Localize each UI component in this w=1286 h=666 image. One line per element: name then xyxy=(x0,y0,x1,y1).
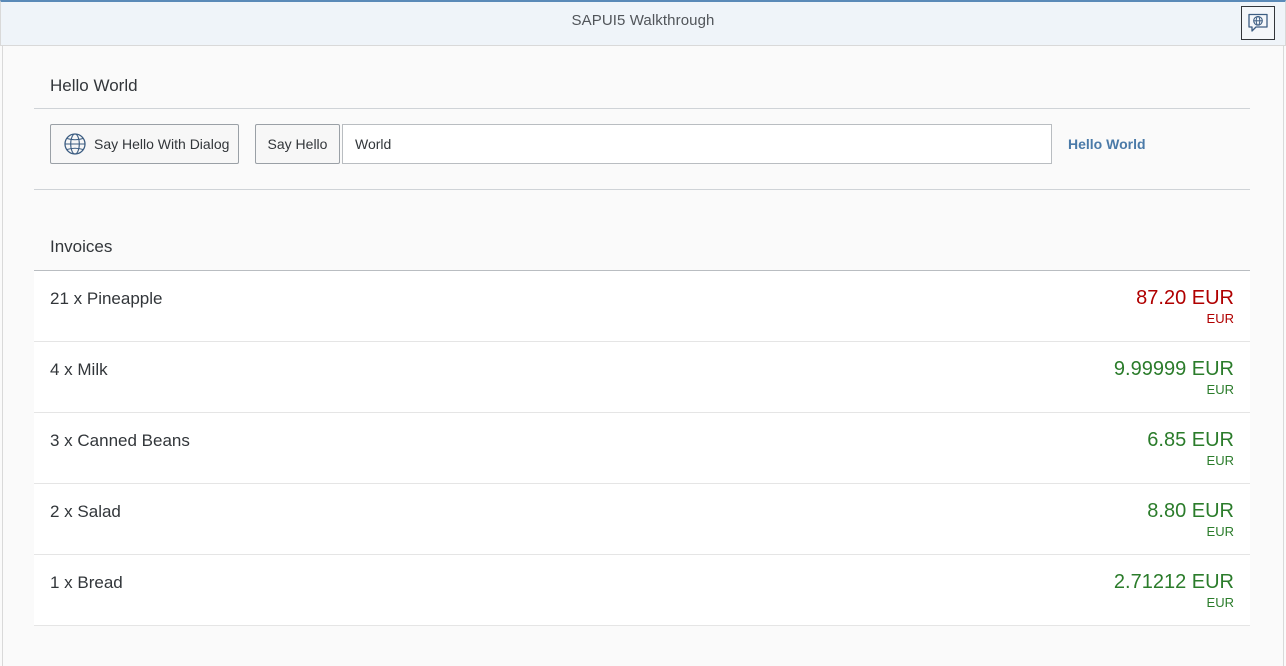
invoice-item-title: 21 x Pineapple xyxy=(50,289,163,308)
invoice-item-2[interactable]: 3 x Canned Beans 6.85 EUR EUR xyxy=(34,413,1250,484)
invoice-item-1[interactable]: 4 x Milk 9.99999 EUR EUR xyxy=(34,342,1250,413)
invoice-item-title: 2 x Salad xyxy=(50,502,121,521)
help-button[interactable] xyxy=(1241,6,1275,40)
invoice-item-amount: 2.71212 EUR xyxy=(1113,571,1234,593)
invoice-item-unit: EUR xyxy=(1206,382,1234,397)
app-title: SAPUI5 Walkthrough xyxy=(571,12,715,29)
shell-header: SAPUI5 Walkthrough xyxy=(0,0,1286,46)
say-hello-button[interactable]: Say Hello xyxy=(255,124,340,164)
invoice-item-title: 4 x Milk xyxy=(50,360,108,379)
say-hello-dialog-label: Say Hello With Dialog xyxy=(94,136,230,152)
globe-icon xyxy=(63,132,87,156)
invoice-item-title: 3 x Canned Beans xyxy=(50,431,190,450)
invoice-item-amount: 9.99999 EUR xyxy=(1113,358,1234,380)
invoice-item-amount: 8.80 EUR xyxy=(1147,500,1234,522)
name-input[interactable] xyxy=(342,124,1052,164)
invoice-item-unit: EUR xyxy=(1206,524,1234,539)
hello-panel-divider xyxy=(34,108,1250,109)
globe-speech-bubble-icon xyxy=(1247,13,1269,33)
invoice-item-amount: 87.20 EUR xyxy=(1136,287,1234,309)
greeting-text: Hello World xyxy=(1068,136,1146,152)
invoice-item-unit: EUR xyxy=(1206,453,1234,468)
say-hello-dialog-button[interactable]: Say Hello With Dialog xyxy=(50,124,239,164)
page-content: Hello World Say Hello With Dialog Say He… xyxy=(2,46,1284,666)
invoice-item-3[interactable]: 2 x Salad 8.80 EUR EUR xyxy=(34,484,1250,555)
invoice-item-unit: EUR xyxy=(1206,311,1234,326)
invoice-item-4[interactable]: 1 x Bread 2.71212 EUR EUR xyxy=(34,555,1250,626)
hello-panel-title: Hello World xyxy=(50,76,138,95)
invoice-item-unit: EUR xyxy=(1206,595,1234,610)
say-hello-label: Say Hello xyxy=(267,136,328,152)
invoice-item-title: 1 x Bread xyxy=(50,573,123,592)
invoice-item-amount: 6.85 EUR xyxy=(1147,429,1234,451)
hello-panel-bottom-divider xyxy=(34,189,1250,190)
invoices-title: Invoices xyxy=(50,237,113,256)
invoice-item-0[interactable]: 21 x Pineapple 87.20 EUR EUR xyxy=(34,271,1250,342)
invoice-list: 21 x Pineapple 87.20 EUR EUR 4 x Milk 9.… xyxy=(34,270,1250,626)
